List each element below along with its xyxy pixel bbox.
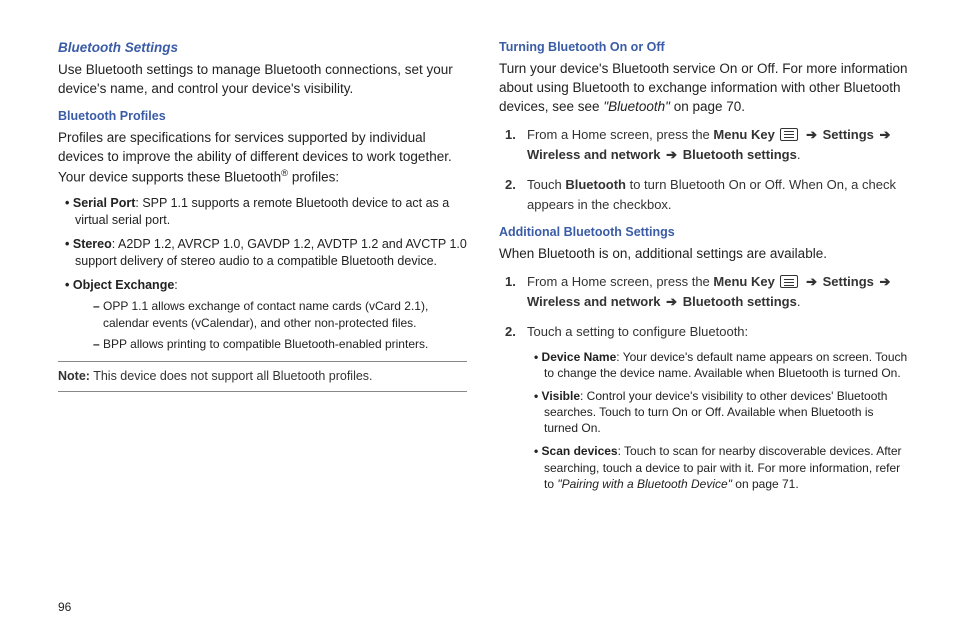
- section-heading-bluetooth-settings: Bluetooth Settings: [58, 40, 467, 55]
- sec1-intro-b: on page 70.: [670, 99, 745, 114]
- text-object-exchange: :: [174, 278, 177, 292]
- arrow-icon: ➔: [666, 147, 677, 162]
- note-label: Note:: [58, 369, 90, 383]
- two-column-layout: Bluetooth Settings Use Bluetooth setting…: [58, 40, 908, 502]
- settings-label: Settings: [823, 127, 874, 142]
- page-number: 96: [58, 600, 71, 614]
- settings-label2: Settings: [823, 274, 874, 289]
- sec2-intro: When Bluetooth is on, additional setting…: [499, 245, 908, 264]
- profiles-bullet-list: Serial Port: SPP 1.1 supports a remote B…: [58, 195, 467, 353]
- wireless-label: Wireless and network: [527, 147, 661, 162]
- bt-settings-label: Bluetooth settings: [683, 147, 797, 162]
- object-exchange-sublist: OPP 1.1 allows exchange of contact name …: [75, 298, 467, 352]
- sec1-intro: Turn your device's Bluetooth service On …: [499, 60, 908, 117]
- opt2-label: Visible: [542, 389, 580, 403]
- profiles-intro-b: profiles:: [288, 169, 339, 184]
- menu-key-label: Menu Key: [713, 127, 774, 142]
- subheading-additional-bt: Additional Bluetooth Settings: [499, 225, 908, 239]
- label-stereo: Stereo: [73, 237, 112, 251]
- pairing-ref: "Pairing with a Bluetooth Device": [557, 477, 735, 491]
- intro-paragraph: Use Bluetooth settings to manage Bluetoo…: [58, 61, 467, 99]
- sec2-step1: From a Home screen, press the Menu Key ➔…: [499, 272, 908, 312]
- arrow-icon: ➔: [666, 294, 677, 309]
- bluetooth-bold: Bluetooth: [565, 177, 626, 192]
- step1-a: From a Home screen, press the: [527, 127, 713, 142]
- arrow-icon: ➔: [806, 274, 817, 289]
- opt1-label: Device Name: [542, 350, 617, 364]
- config-options-list: Device Name: Your device's default name …: [527, 349, 908, 493]
- step2-a: Touch: [527, 177, 565, 192]
- opt3-label: Scan devices: [542, 444, 618, 458]
- sub-bpp: BPP allows printing to compatible Blueto…: [93, 336, 467, 353]
- opt-device-name: Device Name: Your device's default name …: [534, 349, 908, 381]
- arrow-icon: ➔: [806, 127, 817, 142]
- sec1-step1: From a Home screen, press the Menu Key ➔…: [499, 125, 908, 165]
- menu-key-icon: [780, 128, 798, 141]
- label-serial-port: Serial Port: [73, 196, 136, 210]
- text-stereo: : A2DP 1.2, AVRCP 1.0, GAVDP 1.2, AVDTP …: [75, 237, 467, 269]
- sec1-step2: Touch Bluetooth to turn Bluetooth On or …: [499, 175, 908, 215]
- bluetooth-ref: "Bluetooth": [603, 99, 670, 114]
- bullet-serial-port: Serial Port: SPP 1.1 supports a remote B…: [65, 195, 467, 230]
- step1-a2: From a Home screen, press the: [527, 274, 713, 289]
- menu-key-icon: [780, 275, 798, 288]
- note-body: This device does not support all Bluetoo…: [90, 369, 373, 383]
- left-column: Bluetooth Settings Use Bluetooth setting…: [58, 40, 467, 502]
- bullet-stereo: Stereo: A2DP 1.2, AVRCP 1.0, GAVDP 1.2, …: [65, 236, 467, 271]
- note-block: Note: This device does not support all B…: [58, 361, 467, 393]
- sec2-steps: From a Home screen, press the Menu Key ➔…: [499, 272, 908, 492]
- step2-config: Touch a setting to configure Bluetooth:: [527, 324, 748, 339]
- sec2-step2: Touch a setting to configure Bluetooth: …: [499, 322, 908, 492]
- menu-key-label2: Menu Key: [713, 274, 774, 289]
- opt2-text: : Control your device's visibility to ot…: [544, 389, 887, 435]
- profiles-intro: Profiles are specifications for services…: [58, 129, 467, 187]
- subheading-bluetooth-profiles: Bluetooth Profiles: [58, 109, 467, 123]
- right-column: Turning Bluetooth On or Off Turn your de…: [499, 40, 908, 502]
- sub-opp: OPP 1.1 allows exchange of contact name …: [93, 298, 467, 332]
- bullet-object-exchange: Object Exchange: OPP 1.1 allows exchange…: [65, 277, 467, 353]
- opt3-text-b: on page 71.: [735, 477, 798, 491]
- wireless-label2: Wireless and network: [527, 294, 661, 309]
- subheading-turning-bt-on-off: Turning Bluetooth On or Off: [499, 40, 908, 54]
- opt-scan-devices: Scan devices: Touch to scan for nearby d…: [534, 443, 908, 492]
- opt-visible: Visible: Control your device's visibilit…: [534, 388, 908, 437]
- sec1-steps: From a Home screen, press the Menu Key ➔…: [499, 125, 908, 216]
- bt-settings-label2: Bluetooth settings: [683, 294, 797, 309]
- profiles-intro-a: Profiles are specifications for services…: [58, 130, 452, 184]
- arrow-icon: ➔: [880, 127, 891, 142]
- note-paragraph: Note: This device does not support all B…: [58, 368, 467, 386]
- arrow-icon: ➔: [880, 274, 891, 289]
- label-object-exchange: Object Exchange: [73, 278, 174, 292]
